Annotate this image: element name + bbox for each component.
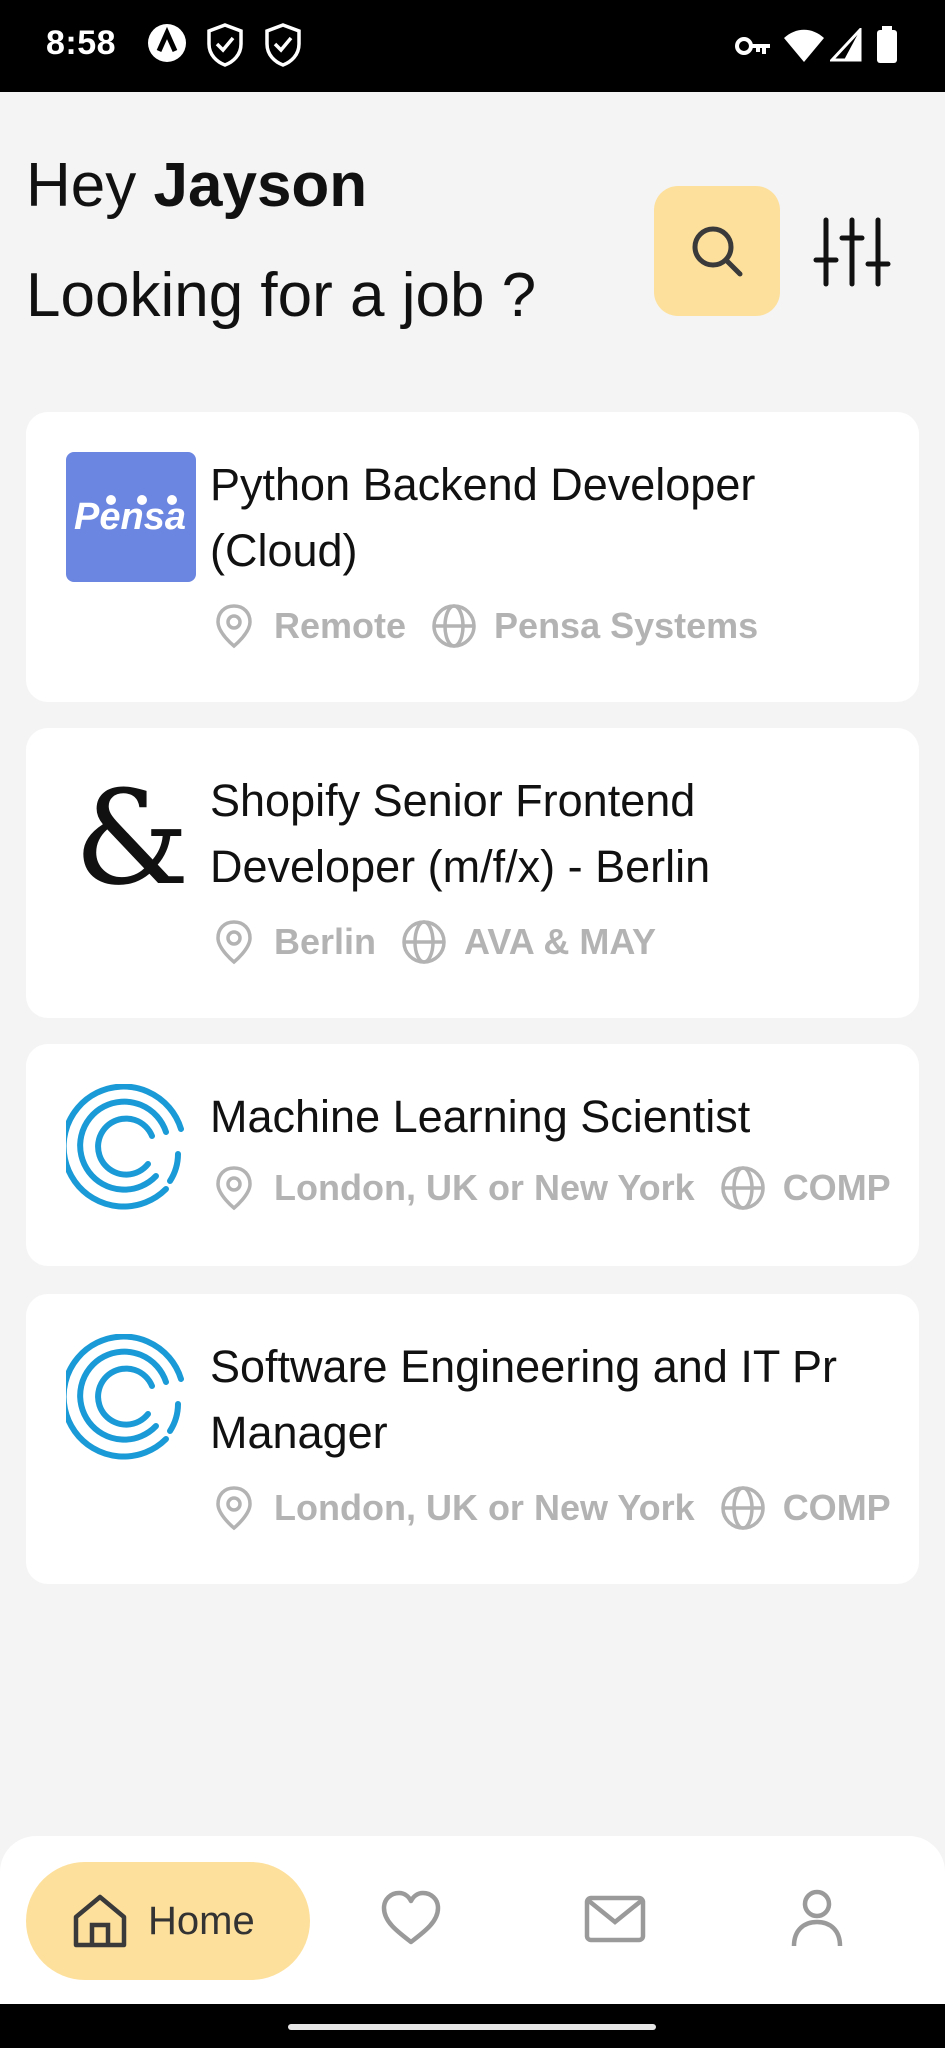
job-title-line: Software Engineering and IT Pr xyxy=(210,1341,838,1392)
job-title[interactable]: Machine Learning Scientist xyxy=(210,1084,750,1150)
job-location: Berlin xyxy=(274,921,377,962)
location-pin-icon xyxy=(216,920,252,965)
company-logo-pensa: Pensa xyxy=(66,452,196,582)
job-location: London, UK or New York xyxy=(274,1487,695,1528)
nav-profile[interactable] xyxy=(784,1886,850,1952)
filter-button[interactable] xyxy=(812,214,892,290)
globe-icon xyxy=(720,1486,765,1530)
globe-icon xyxy=(720,1166,765,1210)
heart-icon xyxy=(381,1890,441,1945)
wifi-icon xyxy=(784,29,824,62)
job-title-line: Manager xyxy=(210,1407,388,1458)
user-icon xyxy=(791,1889,843,1947)
logo-text: & xyxy=(74,768,190,898)
job-company: AVA & MAY xyxy=(464,921,657,962)
globe-icon xyxy=(432,604,476,648)
job-meta: London, UK or New York COMP xyxy=(210,1164,891,1212)
job-card[interactable]: Software Engineering and IT Pr Manager L… xyxy=(26,1294,919,1584)
job-title[interactable]: Python Backend Developer (Cloud) xyxy=(210,452,755,584)
signal-icon xyxy=(830,28,862,62)
job-location: London, UK or New York xyxy=(274,1167,695,1208)
home-indicator[interactable] xyxy=(288,2024,656,2030)
nav-home[interactable]: Home xyxy=(26,1862,310,1980)
home-icon xyxy=(73,1894,127,1948)
vpn-key-icon xyxy=(735,37,770,55)
user-name: Jayson xyxy=(153,151,368,220)
battery-icon xyxy=(877,26,897,63)
location-pin-icon xyxy=(216,1486,252,1531)
job-meta: Berlin AVA & MAY xyxy=(210,918,656,966)
nav-home-label: Home xyxy=(148,1898,255,1943)
status-time: 8:58 xyxy=(46,24,117,62)
shield-check-icon xyxy=(207,23,243,67)
globe-icon xyxy=(402,920,446,964)
search-button[interactable] xyxy=(654,186,780,316)
job-title[interactable]: Software Engineering and IT Pr Manager xyxy=(210,1334,837,1466)
job-card[interactable]: Pensa Python Backend Developer (Cloud) R… xyxy=(26,412,919,702)
greeting: Hey Jayson xyxy=(26,150,367,221)
job-company: COMP xyxy=(782,1167,891,1208)
mail-icon xyxy=(584,1895,646,1943)
gesture-bar xyxy=(0,2004,945,2048)
job-title-line: (Cloud) xyxy=(210,525,358,576)
company-logo-ava-may: & xyxy=(66,768,196,898)
job-location: Remote xyxy=(274,605,407,646)
search-icon xyxy=(692,226,743,277)
job-title-line: Developer (m/f/x) - Berlin xyxy=(210,841,711,892)
job-title[interactable]: Shopify Senior Frontend Developer (m/f/x… xyxy=(210,768,710,900)
company-logo-rings xyxy=(66,1084,196,1214)
job-title-line: Python Backend Developer xyxy=(210,459,756,510)
app-a-icon xyxy=(148,24,186,62)
bottom-nav: Home xyxy=(0,1836,945,2004)
location-pin-icon xyxy=(216,604,252,649)
job-company: Pensa Systems xyxy=(494,605,759,646)
logo-text: Pensa xyxy=(74,496,186,538)
status-bar: 8:58 xyxy=(0,0,945,92)
company-logo-rings xyxy=(66,1334,196,1464)
job-meta: London, UK or New York COMP xyxy=(210,1484,891,1532)
job-meta: Remote Pensa Systems xyxy=(210,602,758,650)
location-pin-icon xyxy=(216,1166,252,1211)
job-title-line: Shopify Senior Frontend xyxy=(210,775,696,826)
sliders-icon xyxy=(813,217,891,287)
job-title-line: Machine Learning Scientist xyxy=(210,1091,751,1142)
job-company: COMP xyxy=(782,1487,891,1528)
shield-icon xyxy=(265,23,301,67)
job-card[interactable]: Machine Learning Scientist London, UK or… xyxy=(26,1044,919,1266)
greeting-prefix: Hey xyxy=(26,151,137,220)
page-subtitle: Looking for a job ? xyxy=(26,261,537,330)
job-card[interactable]: & Shopify Senior Frontend Developer (m/f… xyxy=(26,728,919,1018)
nav-favorites[interactable] xyxy=(378,1886,444,1952)
nav-messages[interactable] xyxy=(582,1886,648,1952)
